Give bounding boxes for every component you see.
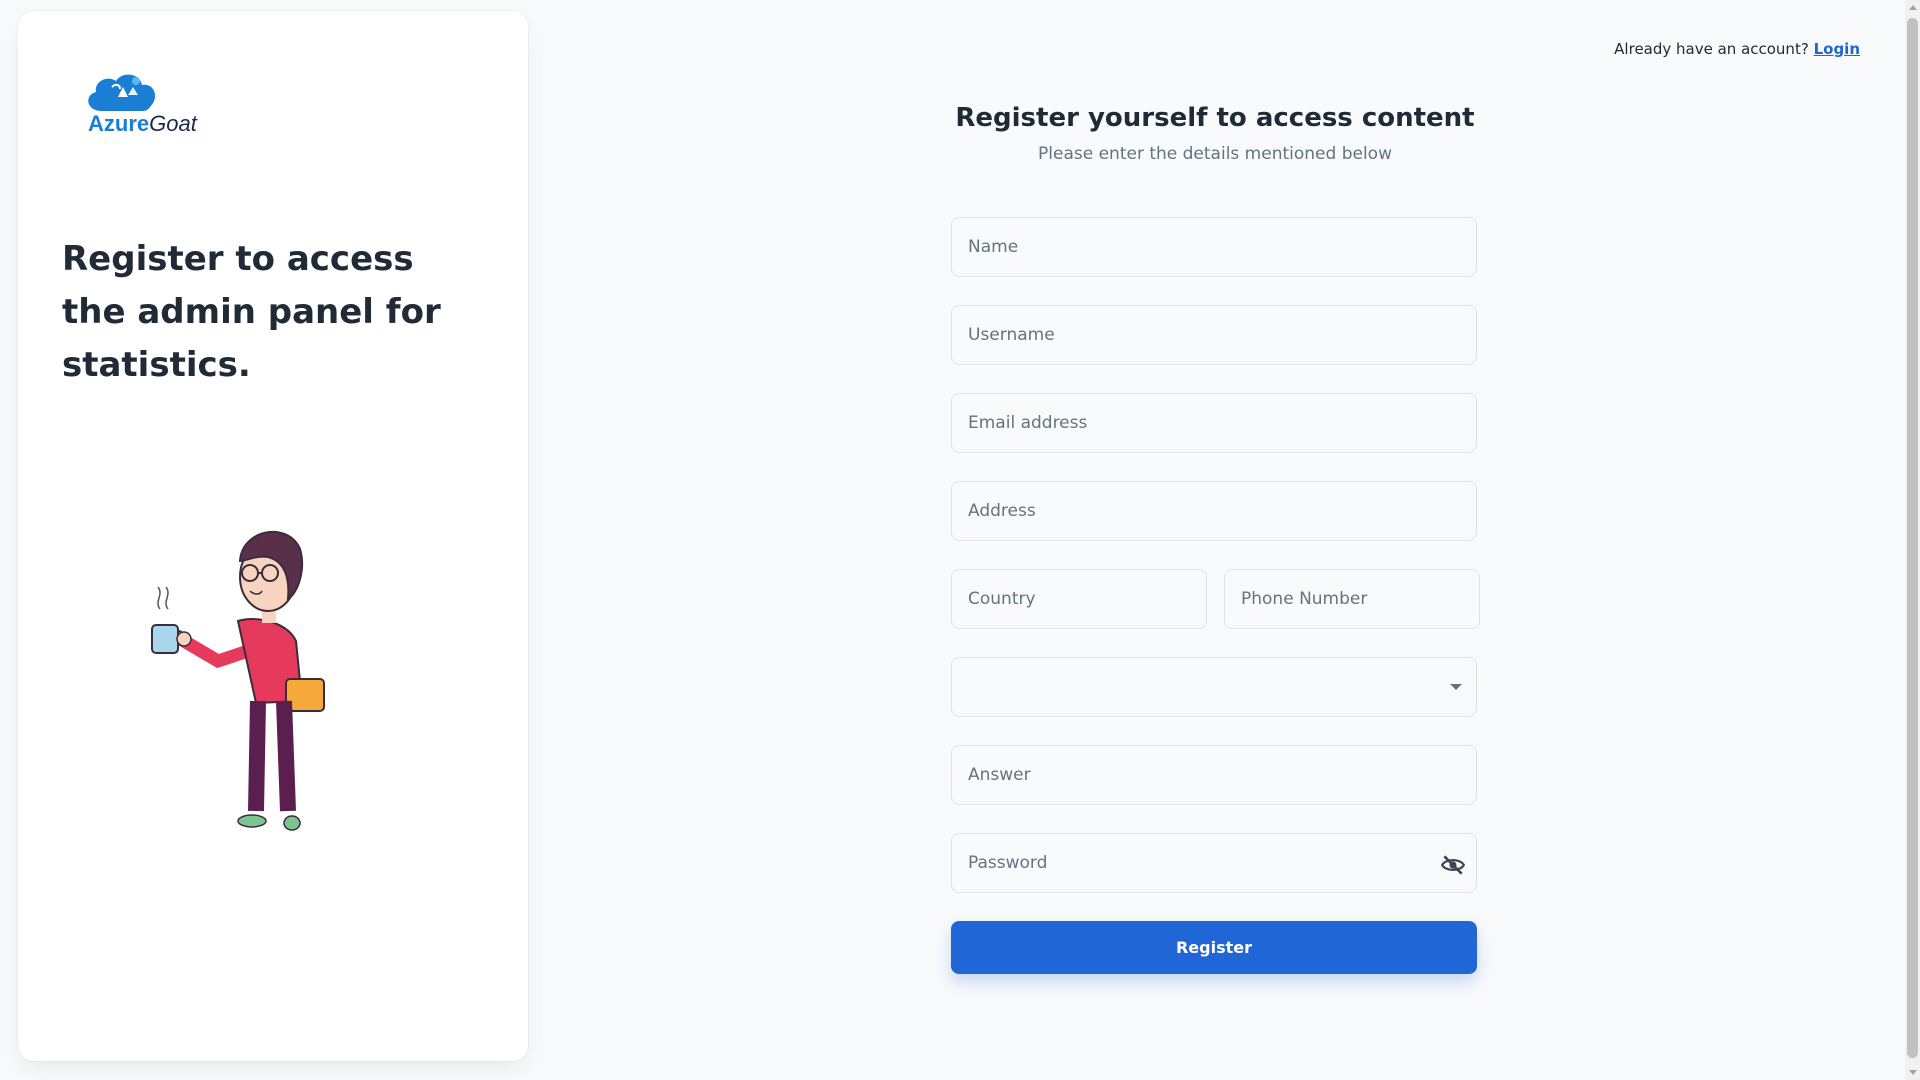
register-button[interactable]: Register [951,921,1477,974]
logo-text-goat: Goat [149,111,197,136]
email-field [951,393,1477,453]
username-field [951,305,1477,365]
phone-input[interactable] [1225,570,1479,628]
cloud-goat-icon [88,74,156,111]
country-field [951,569,1207,629]
azuregoat-logo: AzureGoat [70,67,220,147]
answer-field [951,745,1477,805]
page-scrollbar[interactable] [1905,0,1920,1080]
address-field [951,481,1477,541]
form-title: Register yourself to access content [955,103,1475,133]
username-input[interactable] [952,306,1476,364]
phone-field [1224,569,1480,629]
login-prompt-text: Already have an account? [1614,40,1809,58]
chevron-down-icon [1450,684,1462,690]
password-input[interactable] [952,834,1476,892]
scroll-thumb[interactable] [1907,18,1918,1058]
person-with-coffee-illustration [138,511,348,855]
email-input[interactable] [952,394,1476,452]
security-question-value [952,658,1476,716]
name-input[interactable] [952,218,1476,276]
logo-text: AzureGoat [88,111,197,137]
left-heading: Register to access the admin panel for s… [62,239,441,385]
register-form: Register yourself to access content Plea… [951,100,1480,974]
country-input[interactable] [952,570,1206,628]
scroll-down-icon[interactable] [1909,1070,1917,1075]
name-field [951,217,1477,277]
form-subtitle: Please enter the details mentioned below [1038,144,1392,164]
left-panel: AzureGoat Register to access the admin p… [18,11,528,1061]
login-prompt: Already have an account? Login [1614,40,1860,58]
login-link[interactable]: Login [1814,40,1860,58]
address-input[interactable] [952,482,1476,540]
eye-off-icon[interactable] [1440,852,1466,878]
security-question-select[interactable] [951,657,1477,717]
answer-input[interactable] [952,746,1476,804]
logo-text-azure: Azure [88,111,150,136]
scroll-up-icon[interactable] [1909,5,1917,10]
password-field [951,833,1477,893]
